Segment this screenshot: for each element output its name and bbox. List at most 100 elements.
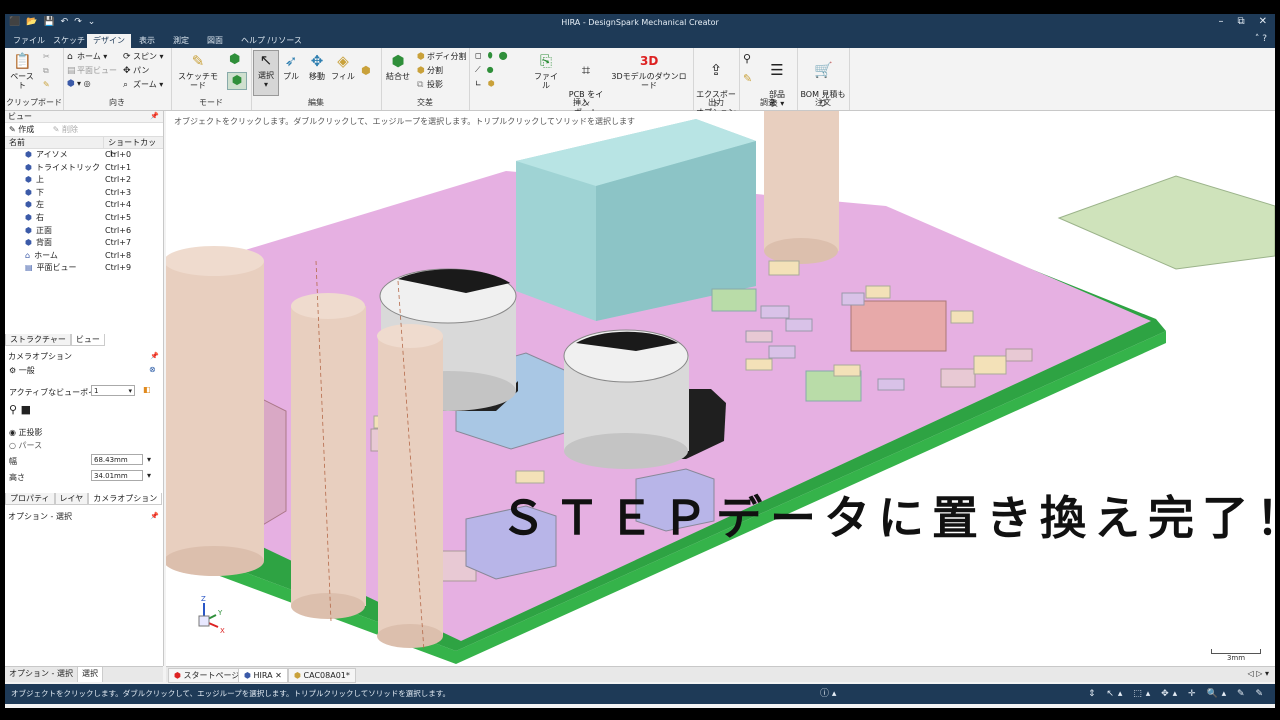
list-item[interactable]: ▤ 平面ビュー Ctrl+9 — [5, 262, 163, 275]
pull-button[interactable]: ➶ プル — [279, 52, 303, 81]
tab-camera-options[interactable]: カメラオプション — [88, 493, 163, 505]
width-field[interactable]: 68.43mm — [91, 454, 143, 465]
split-body-button[interactable]: ⬢ ボディ分割 — [417, 51, 466, 62]
pin-icon[interactable]: 📌 — [150, 111, 159, 122]
tab-design[interactable]: デザイン — [87, 34, 131, 48]
select-button[interactable]: ↖ 選択 ▾ — [253, 50, 279, 96]
group-mode: ✎ スケッチモード ⬢ ⬢ モード — [171, 48, 252, 110]
ortho-radio[interactable]: ◉ 正投影 — [9, 427, 43, 438]
pan-button[interactable]: ✥ パン — [123, 65, 149, 76]
pcb-model[interactable]: Z Y X — [166, 111, 1275, 666]
primitive-icons-row-1[interactable]: ◻⬮⬤ — [475, 51, 514, 61]
home-icon: ⌂ — [25, 250, 31, 260]
split-body-icon: ⬢ — [417, 52, 425, 62]
persp-radio[interactable]: ○ パース — [9, 440, 42, 451]
download-3d-button[interactable]: 3D 3Dモデルのダウンロード — [609, 52, 689, 90]
document-tabs: ⬢ スタートページ ⬢ HIRA ✕ ⬢ CAC08A01* ◁ ▷ ▾ — [166, 666, 1275, 683]
plan-view-button[interactable]: ▤平面ビュー — [67, 65, 117, 76]
pin-icon[interactable]: 📌 — [150, 351, 159, 362]
caption-overlay: ＳＴＥＰデータに置き換え完了！ — [500, 491, 1275, 545]
telescope-icon[interactable]: ⚲ — [9, 403, 17, 416]
col-shortcut[interactable]: ショートカット — [104, 137, 163, 158]
chevron-down-icon[interactable]: ▾ — [147, 471, 151, 480]
primitive-icons-row-2[interactable]: ⟋● — [475, 65, 500, 75]
info-icon[interactable]: ⓘ ▴ — [820, 684, 836, 704]
general-section[interactable]: ⚙ 一般 — [9, 365, 35, 376]
parts-list-icon: ☰ — [770, 61, 784, 79]
tab-hira[interactable]: ⬢ HIRA ✕ — [238, 668, 288, 683]
cube-icon: ⬢ — [25, 225, 32, 235]
combine-button[interactable]: ⬢ 結合せ — [383, 52, 413, 81]
ribbon: 📋 ペースト ✂ ⧉ ✎ クリップボード ⌂ ホーム ▾ ▤平面ビュー ⬢ ▾ ◎ … — [5, 48, 1275, 126]
split-icon: ⬢ — [417, 66, 425, 76]
tab-properties[interactable]: プロパティ — [5, 493, 55, 505]
fill-button[interactable]: ◈ フィル — [331, 52, 355, 81]
list-item[interactable]: ⬢ 正面 Ctrl+6 — [5, 225, 163, 238]
height-field[interactable]: 34.01mm — [91, 470, 143, 481]
list-item[interactable]: ⬢ 下 Ctrl+3 — [5, 187, 163, 200]
3d-mode-icon[interactable]: ⬢ — [227, 72, 247, 90]
col-name[interactable]: 名前 — [5, 137, 105, 148]
list-item[interactable]: ⬢ 右 Ctrl+5 — [5, 212, 163, 225]
split-button[interactable]: ⬢ 分割 — [417, 65, 443, 76]
3d-viewport[interactable]: Z Y X オブジェクトをクリックします。ダブルクリックして、エッジループを選択… — [166, 111, 1275, 666]
list-item[interactable]: ⬢ 左 Ctrl+4 — [5, 199, 163, 212]
format-brush-icon[interactable]: ✎ — [43, 80, 50, 89]
pin-icon[interactable]: 📌 — [150, 511, 159, 522]
tab-help[interactable]: ヘルプ /リソース — [235, 34, 308, 48]
tab-sketch[interactable]: スケッチ — [47, 34, 91, 48]
home-button[interactable]: ⌂ ホーム ▾ — [67, 51, 107, 62]
tab-view[interactable]: 表示 — [133, 34, 161, 48]
tab-views[interactable]: ビュー — [70, 334, 105, 346]
measure-icon[interactable]: ⚲ — [743, 52, 751, 65]
tab-structure[interactable]: ストラクチャー — [5, 334, 71, 346]
left-panel: ビュー 📌 ✎ 作成 ✎ 削除 名前 ショートカット ⬢ アイソメ Ctrl+0 ⬢… — [5, 111, 164, 666]
cube-icon: ⬢ — [25, 187, 32, 197]
primitive-icons-row-3[interactable]: ∟⬢ — [475, 79, 501, 88]
gear-icon: ⚙ — [9, 366, 17, 375]
active-viewpoint-select[interactable]: 1 ▾ — [91, 385, 135, 396]
video-camera-icon[interactable]: ■ — [21, 403, 31, 416]
zoom-button[interactable]: ⌕ ズーム ▾ — [123, 79, 163, 90]
delete-view-button[interactable]: ✎ 削除 — [53, 125, 86, 134]
ribbon-collapse-icon[interactable]: ˄ ? — [1255, 34, 1267, 44]
tab-drawing[interactable]: 図面 — [201, 34, 229, 48]
viewpoint-save-icon[interactable]: ◧ — [143, 385, 151, 394]
tab-options-select[interactable]: オプション - 選択 — [5, 667, 78, 682]
tab-cac08a01[interactable]: ⬢ CAC08A01* — [288, 668, 356, 683]
list-item[interactable]: ⬢ トライメトリック Ctrl+1 — [5, 162, 163, 175]
create-view-button[interactable]: ✎ 作成 — [9, 125, 42, 134]
list-item[interactable]: ⬢ 背面 Ctrl+7 — [5, 237, 163, 250]
tab-measure[interactable]: 測定 — [167, 34, 195, 48]
view-cube-button[interactable]: ⬢ ▾ ◎ — [67, 79, 91, 89]
list-item[interactable]: ⬢ 上 Ctrl+2 — [5, 174, 163, 187]
close-button[interactable]: ✕ — [1259, 16, 1267, 27]
tab-layers[interactable]: レイヤ — [54, 493, 89, 505]
section-mode-icon[interactable]: ⬢ — [229, 52, 240, 67]
minimize-button[interactable]: – — [1218, 16, 1223, 27]
paste-button[interactable]: 📋 ペースト — [9, 52, 35, 90]
collapse-icon[interactable]: ⊗ — [149, 365, 156, 374]
close-icon[interactable]: ✕ — [275, 671, 282, 680]
list-item[interactable]: ⌂ ホーム Ctrl+8 — [5, 250, 163, 263]
move-button[interactable]: ✥ 移動 — [305, 52, 329, 81]
tab-select[interactable]: 選択 — [77, 667, 103, 682]
insert-file-button[interactable]: ⎘ ファイル — [531, 52, 561, 90]
pull-icon: ➶ — [284, 52, 298, 70]
tab-scroll-icons[interactable]: ◁ ▷ ▾ — [1248, 669, 1269, 678]
copy-icon[interactable]: ⧉ — [43, 66, 49, 76]
spin-button[interactable]: ⟳ スピン ▾ — [123, 51, 164, 62]
cut-icon[interactable]: ✂ — [43, 52, 50, 61]
view-list: ⬢ アイソメ Ctrl+0 ⬢ トライメトリック Ctrl+1 ⬢ 上 Ctrl+2 ⬢ 下 C… — [5, 149, 163, 275]
list-item[interactable]: ⬢ アイソメ Ctrl+0 — [5, 149, 163, 162]
tab-start-page[interactable]: ⬢ スタートページ — [168, 668, 246, 683]
group-order: 🛒 BOM 見積も り 注文 — [797, 48, 850, 110]
replace-icon[interactable]: ⬢ — [361, 64, 371, 77]
restore-button[interactable]: ⧉ — [1237, 16, 1244, 27]
status-tools[interactable]: ⇕ ↖▴ ⬚▴ ✥▴ ✛ 🔍▴ ✎ ✎ — [1088, 684, 1267, 704]
check-icon[interactable]: ✎ — [743, 72, 752, 85]
sketch-mode-button[interactable]: ✎ スケッチモード — [175, 52, 221, 90]
project-button[interactable]: ⧉ 投影 — [417, 79, 443, 90]
chevron-down-icon[interactable]: ▾ — [147, 455, 151, 464]
tab-file[interactable]: ファイル — [7, 34, 51, 48]
